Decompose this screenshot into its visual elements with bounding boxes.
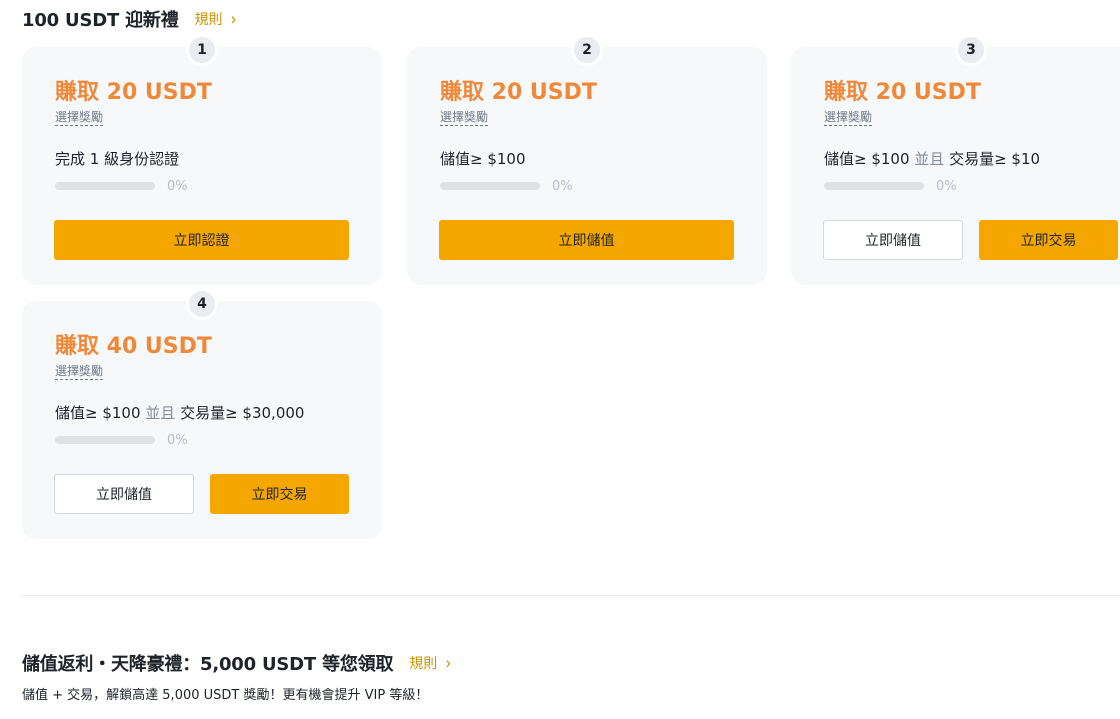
progress-percent: 0%	[167, 432, 188, 448]
welcome-gift-rules-link[interactable]: 規則 ›	[194, 8, 237, 30]
step-badge: 4	[186, 288, 218, 320]
reward-amount: 賺取 20 USDT	[440, 80, 597, 105]
trade-now-button[interactable]: 立即交易	[979, 220, 1118, 260]
verify-now-button[interactable]: 立即認證	[54, 220, 349, 260]
welcome-gift-header: 100 USDT 迎新禮 規則 ›	[22, 6, 237, 32]
deposit-now-button[interactable]: 立即儲值	[823, 220, 963, 260]
task-progress: 0%	[55, 178, 188, 194]
deposit-now-button[interactable]: 立即儲值	[54, 474, 194, 514]
task-progress: 0%	[440, 178, 573, 194]
chevron-right-icon: ›	[445, 652, 452, 674]
progress-bar	[55, 436, 155, 444]
rules-link-label: 規則	[194, 12, 223, 28]
reward-amount: 賺取 40 USDT	[55, 334, 212, 359]
rules-link-label: 規則	[409, 656, 438, 672]
choose-reward-link[interactable]: 選擇獎勵	[55, 109, 104, 126]
deposit-condition: 儲值≥ $100	[824, 150, 910, 168]
progress-percent: 0%	[936, 178, 957, 194]
trade-condition: 交易量≥ $30,000	[180, 404, 305, 422]
task-progress: 0%	[824, 178, 957, 194]
reward-amount: 賺取 20 USDT	[824, 80, 981, 105]
task-condition: 儲值≥ $100 並且 交易量≥ $30,000	[55, 402, 304, 423]
trade-now-button[interactable]: 立即交易	[210, 474, 349, 514]
task-condition: 儲值≥ $100	[440, 150, 526, 168]
deposit-condition: 儲值≥ $100	[55, 404, 141, 422]
progress-bar	[440, 182, 540, 190]
task-progress: 0%	[55, 432, 188, 448]
task-condition: 完成 1 級身份認證	[55, 150, 180, 168]
chevron-right-icon: ›	[230, 8, 237, 30]
deposit-now-button[interactable]: 立即儲值	[439, 220, 734, 260]
task-card-4: 4 賺取 40 USDT 選擇獎勵 儲值≥ $100 並且 交易量≥ $30,0…	[22, 288, 382, 539]
task-card-3: 3 賺取 20 USDT 選擇獎勵 儲值≥ $100 並且 交易量≥ $10 0…	[791, 34, 1120, 285]
choose-reward-link[interactable]: 選擇獎勵	[55, 363, 104, 380]
progress-percent: 0%	[167, 178, 188, 194]
progress-percent: 0%	[552, 178, 573, 194]
welcome-gift-title: 100 USDT 迎新禮	[22, 10, 179, 31]
condition-conjunction: 並且	[914, 150, 945, 168]
choose-reward-link[interactable]: 選擇獎勵	[824, 109, 873, 126]
condition-conjunction: 並且	[145, 404, 176, 422]
task-card-1: 1 賺取 20 USDT 選擇獎勵 完成 1 級身份認證 0% 立即認證	[22, 34, 382, 285]
choose-reward-link[interactable]: 選擇獎勵	[440, 109, 489, 126]
deposit-rebate-title: 儲值返利・天降豪禮：5,000 USDT 等您領取	[22, 654, 394, 675]
deposit-rebate-header: 儲值返利・天降豪禮：5,000 USDT 等您領取 規則 ›	[22, 650, 451, 676]
deposit-rebate-description: 儲值 + 交易，解鎖高達 5,000 USDT 獎勵！更有機會提升 VIP 等級…	[22, 688, 429, 703]
progress-bar	[824, 182, 924, 190]
trade-condition: 交易量≥ $10	[949, 150, 1041, 168]
task-card-2: 2 賺取 20 USDT 選擇獎勵 儲值≥ $100 0% 立即儲值	[407, 34, 767, 285]
deposit-rebate-rules-link[interactable]: 規則 ›	[409, 652, 452, 674]
step-badge: 3	[955, 34, 987, 66]
step-badge: 2	[571, 34, 603, 66]
progress-bar	[55, 182, 155, 190]
task-condition: 儲值≥ $100 並且 交易量≥ $10	[824, 148, 1040, 169]
step-badge: 1	[186, 34, 218, 66]
reward-amount: 賺取 20 USDT	[55, 80, 212, 105]
section-divider	[22, 595, 1120, 596]
